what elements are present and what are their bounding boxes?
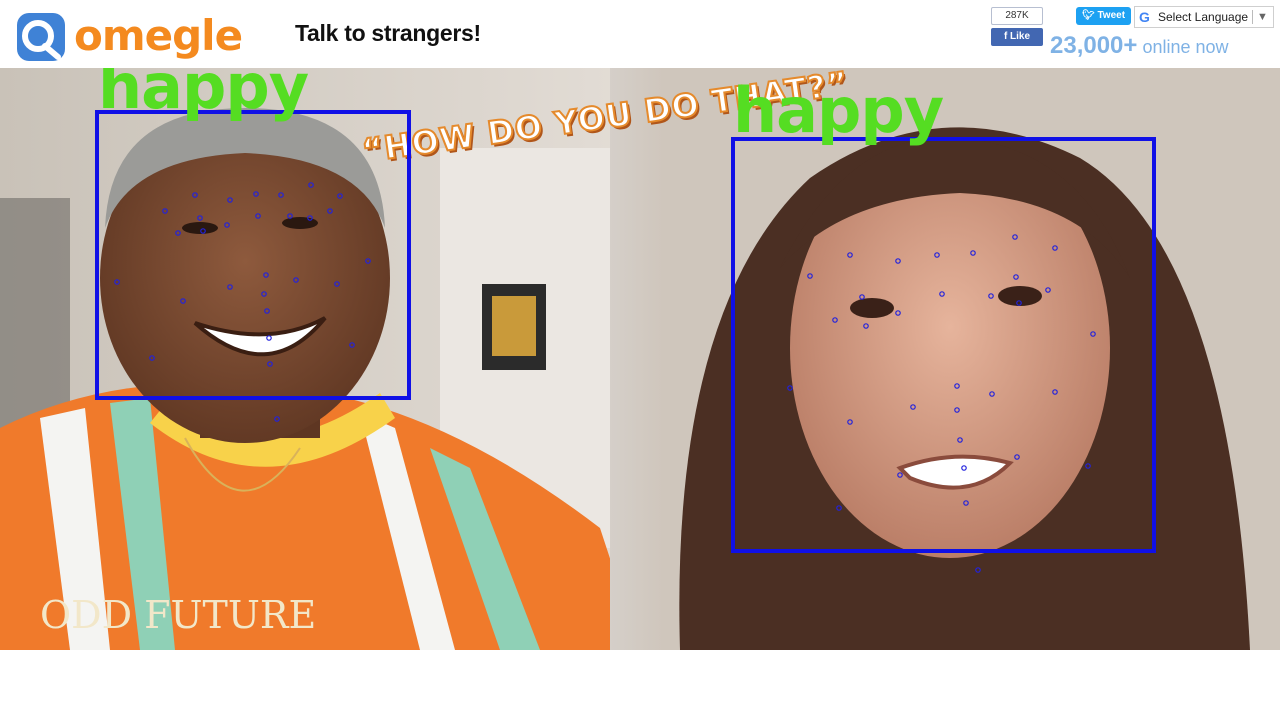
page-body-blank	[0, 650, 1280, 720]
online-label: online now	[1142, 37, 1229, 57]
dropdown-arrow-icon: ▼	[1257, 11, 1268, 23]
tweet-label: Tweet	[1097, 10, 1126, 21]
logo-wordmark: omegle	[74, 11, 243, 60]
face-detection-box-right	[731, 137, 1156, 553]
language-select-value: Select Language	[1158, 10, 1249, 24]
like-label: Like	[1010, 31, 1031, 42]
emotion-label-right: happy	[733, 74, 944, 147]
google-g-icon: G	[1139, 9, 1150, 25]
facebook-like-button[interactable]: f Like	[991, 28, 1043, 46]
language-select-divider	[1252, 10, 1253, 24]
online-number: 23,000+	[1050, 32, 1138, 59]
facebook-like-widget[interactable]: 287K f Like	[991, 7, 1043, 46]
face-detection-box-left	[95, 110, 411, 400]
emotion-label-left: happy	[98, 68, 309, 123]
omegle-logo-icon	[17, 13, 65, 61]
omegle-logo[interactable]: omegle	[14, 8, 243, 64]
like-count: 287K	[991, 7, 1043, 25]
twitter-bird-icon: 🐦︎	[1081, 10, 1098, 21]
language-select[interactable]: G Select Language ▼	[1134, 6, 1274, 28]
video-chat-area: ODD FUTURE “HOW DO YOU DO THAT?” happy h…	[0, 68, 1280, 650]
tagline: Talk to strangers!	[295, 20, 481, 46]
online-count: 23,000+ online now	[1050, 32, 1229, 60]
shirt-print-text: ODD FUTURE	[40, 593, 316, 637]
tweet-button[interactable]: 🐦︎ Tweet	[1076, 7, 1131, 25]
header-bar: omegle Talk to strangers! 287K f Like 🐦︎…	[0, 0, 1280, 69]
